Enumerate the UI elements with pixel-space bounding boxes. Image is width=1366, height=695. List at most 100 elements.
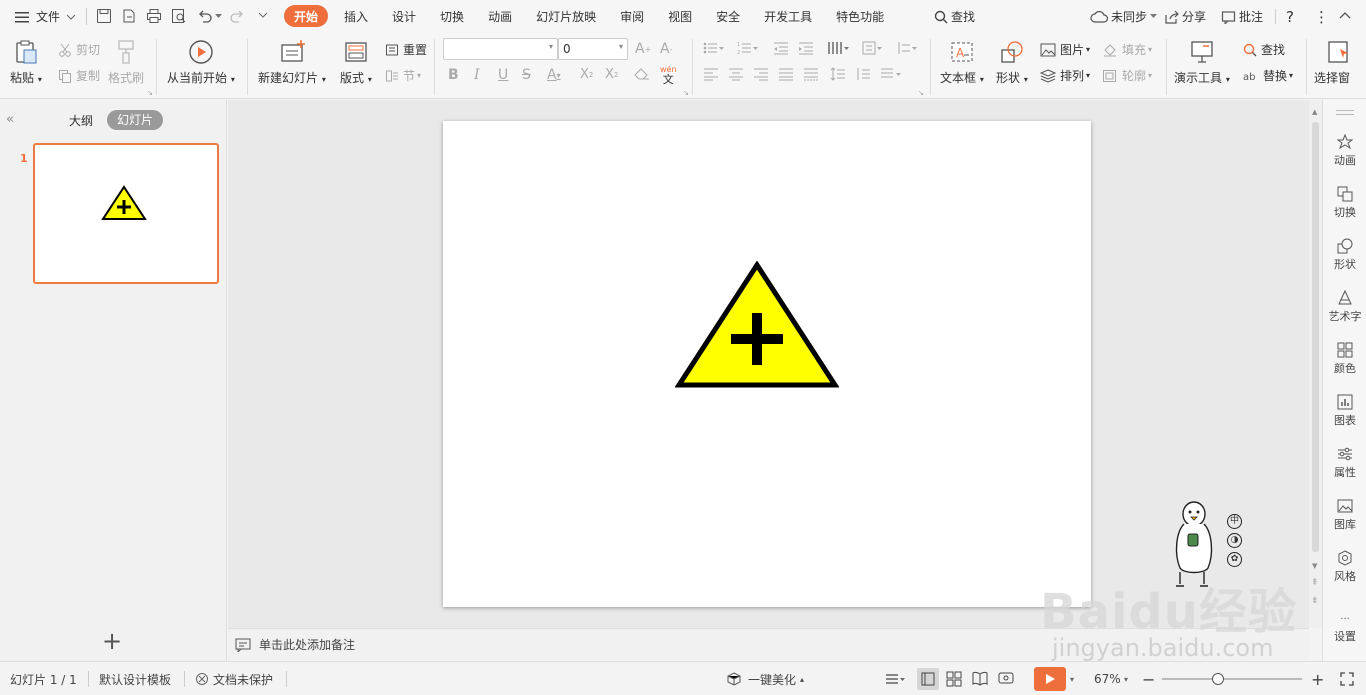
font-name-select[interactable]: ▾	[443, 38, 558, 60]
night-mode-icon[interactable]: ◑	[1227, 533, 1242, 548]
vertical-scrollbar[interactable]: ▲ ▼ ⇞ ⇟	[1309, 100, 1322, 628]
pane-animation[interactable]: 动画	[1323, 134, 1366, 168]
tab-transitions[interactable]: 切换	[428, 5, 476, 27]
tab-slideshow[interactable]: 幻灯片放映	[524, 5, 608, 27]
zoom-slider-thumb[interactable]	[1212, 673, 1224, 685]
format-painter-button[interactable]: 格式刷	[108, 39, 144, 86]
presenter-view-icon[interactable]	[998, 662, 1016, 695]
zoom-dropdown-icon[interactable]: ▾	[1124, 662, 1128, 695]
tab-home[interactable]: 开始	[284, 5, 329, 27]
save-icon[interactable]	[96, 8, 112, 24]
tab-review[interactable]: 审阅	[608, 5, 656, 27]
tab-features[interactable]: 特色功能	[824, 5, 896, 27]
tab-security[interactable]: 安全	[704, 5, 752, 27]
line-spacing-icon[interactable]	[830, 67, 846, 81]
scrollbar-thumb[interactable]	[1312, 122, 1319, 552]
clear-format-icon[interactable]	[634, 67, 650, 81]
play-from-current-button[interactable]: 从当前开始 ▾	[167, 39, 235, 86]
comment-button[interactable]: 批注	[1221, 0, 1263, 33]
paragraph-spacing-icon[interactable]	[855, 67, 871, 81]
present-tools-button[interactable]: 演示工具 ▾	[1174, 39, 1230, 86]
print-icon[interactable]	[146, 8, 162, 24]
shape-button[interactable]: 形状 ▾	[996, 39, 1028, 86]
share-button[interactable]: 分享	[1164, 0, 1206, 33]
protection-status[interactable]: 文档未保护	[195, 662, 273, 695]
sync-button[interactable]: 未同步	[1090, 0, 1158, 33]
slideshow-options-icon[interactable]: ▾	[1070, 662, 1074, 695]
pane-style[interactable]: 风格	[1323, 550, 1366, 584]
pane-gallery[interactable]: 图库	[1323, 498, 1366, 532]
font-color-icon[interactable]: A ▾	[547, 67, 561, 83]
collapse-panel-icon[interactable]: «	[6, 112, 14, 127]
zoom-in-button[interactable]: +	[1311, 662, 1324, 695]
justify-icon[interactable]	[778, 67, 794, 81]
bold-icon[interactable]: B	[448, 67, 459, 83]
zoom-out-button[interactable]: −	[1142, 662, 1155, 695]
italic-icon[interactable]: I	[474, 67, 480, 83]
align-right-icon[interactable]	[753, 67, 769, 81]
skin-icon[interactable]: ✿	[1227, 552, 1242, 567]
pane-color[interactable]: 颜色	[1323, 342, 1366, 376]
pane-transition[interactable]: 切换	[1323, 186, 1366, 220]
align-center-icon[interactable]	[728, 67, 744, 81]
warning-triangle-plus-shape[interactable]	[675, 261, 839, 389]
text-box-align-icon[interactable]	[880, 67, 904, 81]
find-button[interactable]: 查找	[1243, 41, 1285, 58]
new-slide-button[interactable]: 新建幻灯片 ▾	[258, 39, 326, 86]
play-slideshow-button[interactable]	[1034, 667, 1066, 691]
collapse-ribbon-icon[interactable]	[1339, 11, 1351, 19]
tab-animation[interactable]: 动画	[476, 5, 524, 27]
slide-thumbnail[interactable]	[33, 143, 219, 284]
picture-button[interactable]: 图片 ▾	[1040, 41, 1090, 58]
copy-button[interactable]: 复制	[58, 67, 100, 84]
arrange-button[interactable]: 排列 ▾	[1040, 67, 1090, 84]
phonetic-icon[interactable]: wén 文	[660, 65, 677, 85]
layout-button[interactable]: 版式 ▾	[340, 39, 372, 86]
bullet-list-icon[interactable]	[703, 41, 725, 55]
numbered-list-icon[interactable]: 12	[737, 41, 759, 55]
fill-button[interactable]: 填充 ▾	[1102, 41, 1152, 58]
fit-window-icon[interactable]	[1340, 662, 1354, 695]
add-slide-button[interactable]: +	[102, 627, 122, 655]
replace-button[interactable]: ab 替换 ▾	[1243, 67, 1293, 84]
normal-view-icon[interactable]	[917, 668, 939, 690]
tab-design[interactable]: 设计	[380, 5, 428, 27]
file-menu[interactable]: 文件	[14, 0, 76, 33]
customize-dropdown-icon[interactable]	[258, 12, 268, 20]
decrease-font-icon[interactable]: A-	[660, 41, 672, 57]
undo-icon[interactable]	[197, 8, 213, 24]
tab-slides[interactable]: 幻灯片	[107, 110, 164, 130]
zoom-level[interactable]: 67%	[1094, 662, 1121, 695]
zoom-slider[interactable]	[1162, 673, 1302, 685]
subscript-icon[interactable]: X2	[605, 67, 618, 82]
strikethrough-icon[interactable]: S	[522, 67, 531, 83]
translate-icon[interactable]: 中	[1227, 514, 1242, 529]
more-icon[interactable]: ⋮	[1314, 0, 1329, 33]
pane-wordart[interactable]: 艺术字	[1323, 290, 1366, 324]
tab-view[interactable]: 视图	[656, 5, 704, 27]
paste-button[interactable]: 粘贴 ▾	[10, 39, 42, 86]
pane-properties[interactable]: 属性	[1323, 446, 1366, 480]
section-button[interactable]: 节 ▾	[385, 67, 421, 84]
textbox-button[interactable]: A 文本框 ▾	[940, 39, 984, 86]
reset-button[interactable]: 重置	[385, 41, 427, 58]
template-name[interactable]: 默认设计模板	[99, 662, 171, 695]
increase-font-icon[interactable]: A +	[635, 41, 651, 57]
decrease-indent-icon[interactable]	[773, 41, 789, 55]
notes-view-icon[interactable]	[885, 662, 905, 695]
tab-insert[interactable]: 插入	[332, 5, 380, 27]
export-icon[interactable]	[121, 8, 137, 24]
pane-settings[interactable]: ··· 设置	[1323, 615, 1366, 644]
redo-icon[interactable]	[229, 8, 245, 24]
beautify-button[interactable]: 一键美化 ▴	[726, 662, 804, 695]
underline-icon[interactable]: U	[498, 67, 508, 83]
help-icon[interactable]: ?	[1286, 0, 1294, 33]
distribute-icon[interactable]	[803, 67, 819, 81]
pane-shape[interactable]: 形状	[1323, 238, 1366, 272]
font-size-select[interactable]: 0 ▾	[558, 38, 628, 60]
select-pane-button[interactable]: 选择窗	[1314, 39, 1352, 86]
cut-button[interactable]: 剪切	[58, 41, 100, 58]
print-preview-icon[interactable]	[171, 8, 187, 24]
search-button[interactable]: 查找	[934, 0, 975, 33]
text-direction-icon[interactable]	[862, 41, 884, 55]
